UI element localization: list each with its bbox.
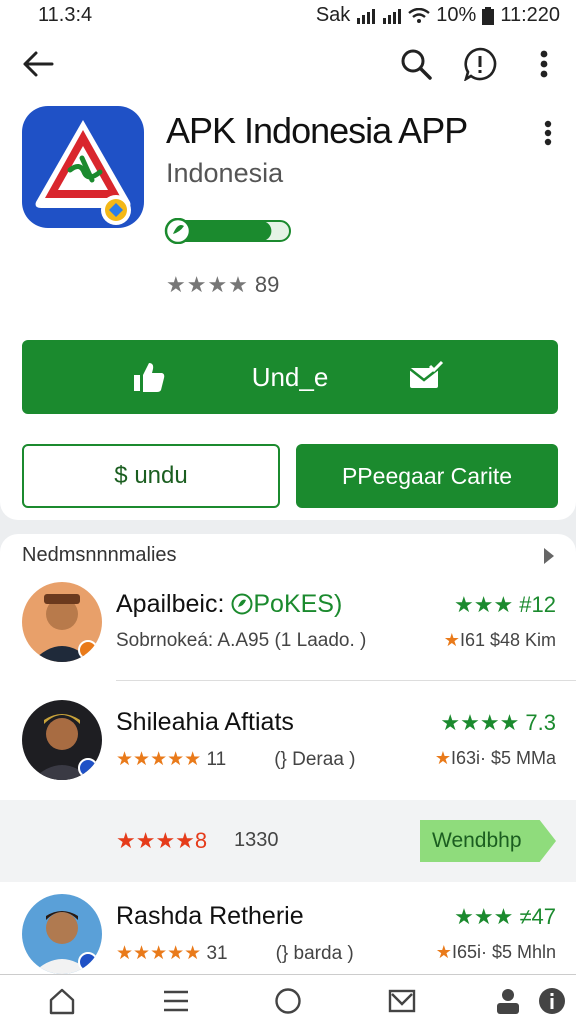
recommendations-card: Nedmsnnnmalies Apailbeic: PoKES) Sobrnok… — [0, 534, 576, 974]
mail-check-icon — [409, 360, 444, 388]
nav-mail[interactable] — [382, 981, 422, 1021]
review-extra-text: I65i· $5 Mhln — [451, 942, 556, 962]
reviewer-name-text: Apailbeic: — [116, 590, 232, 618]
reviewer-source: (} barda ) — [275, 943, 354, 964]
promo-strip[interactable]: ★★★★8 1330 Wendbhp — [0, 800, 576, 882]
app-header-card: APK Indonesia APP Indonesia ★★★★ 89 Und_… — [0, 100, 576, 520]
download-button[interactable]: Und_e — [22, 340, 558, 414]
back-button[interactable] — [18, 44, 58, 84]
signal-icon — [357, 8, 376, 24]
carrier-label: Sak — [315, 4, 351, 26]
review-score: ★★★ ≠47 — [454, 904, 556, 929]
feedback-button[interactable] — [460, 44, 500, 84]
person-avatar-icon — [22, 700, 102, 780]
status-icons: Sak 10% 11:220 — [316, 4, 560, 27]
review-extra: ★I65i· $5 Mhln — [436, 942, 556, 963]
status-time-right: 11:220 — [500, 4, 560, 26]
reviewer-meta: ★★★★★ 31 (} barda ) — [116, 942, 354, 965]
warning-triangle-logo-icon — [35, 120, 131, 225]
profile-icon — [497, 989, 519, 1014]
star-icon: ★ — [434, 748, 451, 768]
promo-tag[interactable]: Wendbhp — [420, 820, 556, 862]
menu-icon — [164, 990, 188, 1012]
reviewer-name: Shileahia Aftiats — [116, 708, 294, 736]
download-button-label: Und_e — [251, 362, 329, 392]
person-avatar-icon — [22, 894, 102, 974]
mail-icon — [388, 989, 416, 1013]
divider — [116, 680, 576, 681]
nav-menu[interactable] — [156, 981, 196, 1021]
app-overflow-button[interactable] — [544, 120, 552, 151]
bottom-navigation — [0, 974, 576, 1025]
reviewer-meta: ★★★★★ 11 (} Deraa ) — [116, 748, 356, 771]
secondary-download-button[interactable]: $ undu — [22, 444, 280, 508]
more-vert-icon — [540, 50, 548, 78]
nav-home[interactable] — [42, 981, 82, 1021]
list-item[interactable]: Shileahia Aftiats ★★★★★ 11(} Deraa ) ★★★… — [0, 696, 576, 796]
review-extra: ★I61 $48 Kim — [444, 630, 556, 651]
leaf-badge-icon — [231, 593, 253, 615]
reviewer-badge-text: PoKES) — [253, 590, 343, 618]
more-vert-icon — [544, 120, 552, 146]
review-score: ★★★★ 7.3 — [440, 710, 556, 735]
app-title: APK Indonesia APP — [166, 110, 468, 151]
rating-stars: ★★★★ — [166, 272, 249, 297]
star-icon: ★ — [435, 942, 452, 962]
section-title: Nedmsnnnmalies — [22, 544, 177, 566]
wifi-icon — [408, 7, 431, 23]
reviewer-stars: ★★★★★ — [116, 749, 202, 770]
reviewer-stars: ★★★★★ — [116, 943, 202, 964]
avatar — [22, 700, 102, 780]
reviewer-badge: PoKES) — [231, 590, 342, 618]
overflow-menu-button[interactable] — [524, 44, 564, 84]
review-extra-text: I63i· $5 MMa — [450, 748, 556, 768]
feedback-icon — [464, 47, 497, 81]
app-bar — [0, 30, 576, 100]
search-button[interactable] — [396, 44, 436, 84]
status-bar: 11.3:4 Sak 10% 11:220 — [0, 0, 576, 30]
battery-icon — [482, 6, 495, 25]
reviewer-name: Rashda Retherie — [116, 902, 304, 930]
review-score: ★★★ #12 — [454, 592, 556, 617]
promo-count: 1330 — [234, 829, 279, 851]
list-item[interactable]: Rashda Retherie ★★★★★ 31 (} barda ) ★★★ ≠… — [0, 890, 576, 974]
chevron-right-icon[interactable] — [544, 548, 554, 564]
home-icon — [49, 988, 75, 1015]
app-rating: ★★★★ 89 — [166, 272, 279, 298]
person-avatar-icon — [22, 582, 102, 662]
info-icon — [539, 988, 565, 1014]
status-time-left: 11.3:4 — [38, 4, 93, 26]
battery-percent: 10% — [436, 4, 477, 26]
circle-icon — [275, 988, 301, 1014]
arrow-left-icon — [23, 51, 54, 77]
tertiary-action-button[interactable]: PPeegaar Carite — [296, 444, 558, 508]
reviewer-source: (} Deraa ) — [274, 749, 356, 770]
rating-count: 89 — [254, 272, 280, 297]
reviewer-meta: Sobrnokeá: A.A95 (1 Laado. ) — [116, 630, 367, 651]
nav-profile[interactable] — [488, 981, 528, 1021]
app-icon[interactable] — [22, 106, 144, 228]
search-icon — [401, 49, 432, 80]
nav-home-circle[interactable] — [268, 981, 308, 1021]
review-extra-text: I61 $48 Kim — [459, 630, 556, 650]
reviewer-count: 31 — [206, 943, 228, 964]
reviewer-count: 11 — [206, 749, 227, 770]
signal-icon-2 — [383, 8, 402, 24]
list-item[interactable]: Apailbeic: PoKES) Sobrnokeá: A.A95 (1 La… — [0, 578, 576, 678]
star-icon: ★ — [443, 630, 460, 650]
promo-stars: ★★★★8 — [116, 828, 208, 853]
review-extra: ★I63i· $5 MMa — [435, 748, 556, 769]
avatar — [22, 894, 102, 974]
nav-info[interactable] — [532, 981, 572, 1021]
install-progress-bar — [164, 218, 291, 244]
avatar — [22, 582, 102, 662]
app-subtitle: Indonesia — [166, 158, 284, 188]
reviewer-name: Apailbeic: PoKES) — [116, 590, 342, 619]
